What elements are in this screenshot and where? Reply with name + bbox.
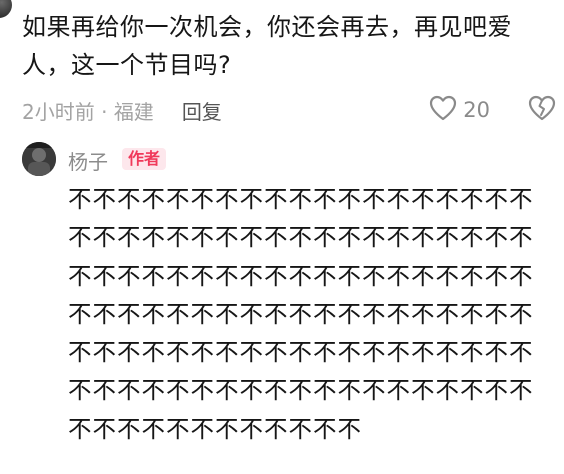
reply-button[interactable]: 回复 [182, 96, 222, 125]
reply-text: 不不不不不不不不不不不不不不不不不不不不不不不不不不不不不不不不不不不不不不不不… [68, 185, 534, 443]
avatar[interactable] [22, 142, 56, 176]
meta-separator: · [101, 99, 108, 124]
comment-location: 福建 [113, 99, 154, 124]
previous-avatar-edge [0, 0, 12, 18]
dislike-button[interactable] [528, 95, 556, 125]
comment-timestamp: 2小时前 [22, 99, 95, 124]
like-button[interactable]: 20 [429, 95, 490, 125]
comment-time: 2小时前 · 福建 [22, 96, 154, 125]
reply-username[interactable]: 杨子 [68, 146, 108, 175]
like-count: 20 [463, 98, 490, 122]
comment-text: 如果再给你一次机会，你还会再去，再见吧爱人，这一个节目吗? [22, 13, 512, 79]
comment-meta-row: 2小时前 · 福建 回复 20 [22, 95, 558, 125]
broken-heart-icon [528, 95, 556, 126]
author-badge: 作者 [122, 148, 167, 170]
heart-outline-icon [429, 95, 457, 126]
